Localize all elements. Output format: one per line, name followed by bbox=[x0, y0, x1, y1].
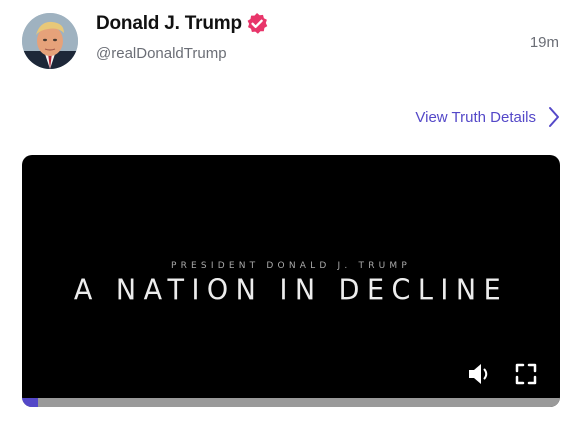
chevron-right-icon bbox=[549, 107, 559, 127]
truth-post: Donald J. Trump @realDonaldTrump 19m Vie… bbox=[0, 0, 578, 433]
video-title: A NATION IN DECLINE bbox=[73, 274, 509, 307]
speaker-icon[interactable] bbox=[466, 360, 494, 388]
display-name[interactable]: Donald J. Trump bbox=[96, 13, 242, 35]
profile-photo-icon bbox=[22, 13, 78, 69]
video-progress-fill bbox=[22, 398, 39, 407]
fullscreen-icon[interactable] bbox=[514, 362, 538, 386]
video-player[interactable]: PRESIDENT DONALD J. TRUMP A NATION IN DE… bbox=[22, 155, 560, 407]
handle[interactable]: @realDonaldTrump bbox=[96, 45, 227, 62]
view-truth-details-label: View Truth Details bbox=[415, 108, 536, 126]
timestamp[interactable]: 19m bbox=[530, 34, 559, 51]
video-subtitle: PRESIDENT DONALD J. TRUMP bbox=[170, 261, 412, 271]
video-progress-bar[interactable] bbox=[22, 398, 560, 407]
avatar[interactable] bbox=[22, 13, 78, 69]
verified-badge-icon bbox=[247, 13, 268, 34]
view-truth-details-link[interactable]: View Truth Details bbox=[415, 106, 560, 128]
